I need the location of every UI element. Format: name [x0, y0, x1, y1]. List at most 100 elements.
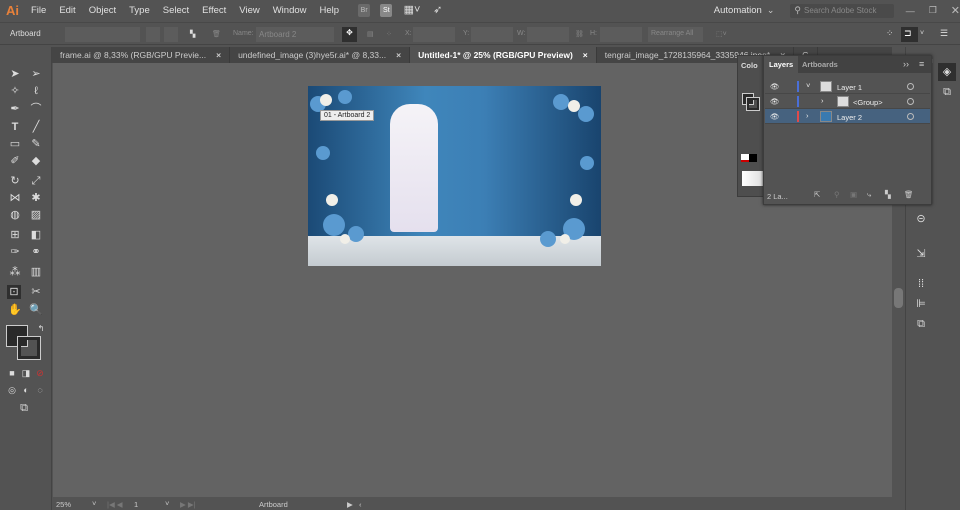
lasso-icon[interactable]: ℓ [29, 84, 43, 98]
layer-name[interactable]: <Group> [853, 98, 883, 107]
slice-tool-icon[interactable]: ✂ [29, 285, 43, 299]
link-icon[interactable]: ⛓ [575, 30, 584, 38]
line-tool-icon[interactable]: ╱ [29, 120, 43, 134]
w-input[interactable] [527, 27, 569, 42]
draw-inside-icon[interactable]: ◌ [33, 383, 47, 397]
layer-name[interactable]: Layer 1 [837, 83, 862, 92]
x-input[interactable] [413, 27, 455, 42]
y-input[interactable] [471, 27, 513, 42]
visibility-eye-icon[interactable]: 👁 [770, 82, 780, 91]
tab-untitled-1[interactable]: Untitled-1* @ 25% (RGB/GPU Preview) × [410, 47, 597, 63]
color-panel-title[interactable]: Colo [741, 61, 758, 70]
artboard-options-icon[interactable]: ▤ [367, 30, 374, 38]
curvature-tool-icon[interactable]: ⌒ [29, 102, 43, 116]
zoom-tool-icon[interactable]: 🔍 [29, 303, 43, 317]
menu-object[interactable]: Object [89, 5, 116, 16]
menu-effect[interactable]: Effect [202, 5, 226, 16]
menu-type[interactable]: Type [129, 5, 150, 16]
none-mode-icon[interactable]: ⊘ [33, 366, 47, 380]
zoom-dropdown-icon[interactable]: ˅ [92, 499, 96, 508]
new-sublayer-icon[interactable]: ⤷ [867, 190, 871, 200]
clipping-mask-icon[interactable]: ▣ [850, 190, 857, 199]
draw-behind-icon[interactable]: ◐ [19, 383, 33, 397]
export-icon[interactable]: ⇱ [814, 190, 820, 199]
panel-menu-icon[interactable]: ☰ [940, 28, 948, 39]
shape-builder-icon[interactable]: ◍ [8, 208, 22, 222]
screen-mode-icon[interactable]: ⧉ [17, 401, 31, 415]
stock-search-input[interactable]: ⚲ Search Adobe Stock [790, 3, 894, 18]
first-artboard-icon[interactable]: |◀ ◀ [107, 500, 123, 509]
artboard-tool-icon[interactable]: ⊡ [7, 285, 21, 299]
scale-tool-icon[interactable]: ⤢ [29, 174, 43, 188]
layer-name[interactable]: Layer 2 [837, 113, 862, 122]
artboards-panel-icon[interactable]: ⧉ [940, 85, 954, 99]
magic-wand-icon[interactable]: ✧ [8, 84, 22, 98]
delete-layer-icon[interactable]: 🗑 [904, 190, 914, 199]
chevron-down-icon[interactable]: ˅ [806, 81, 810, 90]
pen-tool-icon[interactable]: ✒ [8, 102, 22, 116]
zoom-level[interactable]: 25% [56, 500, 71, 509]
arrange-icon[interactable]: ⁘ [886, 28, 894, 39]
panel-menu-icon[interactable]: ≡ [919, 59, 924, 69]
bridge-button[interactable]: Br [358, 4, 371, 17]
eraser-icon[interactable]: ◆ [29, 154, 43, 168]
black-swatch[interactable] [749, 154, 757, 162]
rectangle-tool-icon[interactable]: ▭ [8, 137, 22, 151]
gradient-tool-icon[interactable]: ◧ [29, 228, 43, 242]
new-artboard-icon[interactable]: ▚ [190, 30, 195, 38]
move-with-artboard-button[interactable]: ✥ [342, 27, 357, 42]
stroke-swatch[interactable] [17, 336, 41, 360]
close-tab-icon[interactable]: × [583, 50, 588, 60]
symbol-sprayer-icon[interactable]: ⁂ [8, 265, 22, 279]
workspace-switcher[interactable]: Automation [714, 5, 762, 16]
portrait-button[interactable] [146, 27, 160, 42]
align-button[interactable]: ⊐ [901, 27, 918, 42]
eyedropper-icon[interactable]: ✑ [8, 245, 22, 259]
scrollbar-thumb[interactable] [894, 288, 903, 308]
chevron-down-icon[interactable]: ˅ [920, 30, 924, 37]
close-window-button[interactable]: ✕ [951, 4, 960, 17]
none-swatch[interactable] [741, 154, 749, 162]
select-icon[interactable]: ⬚˅ [716, 30, 727, 38]
visibility-eye-icon[interactable]: 👁 [770, 97, 780, 106]
appearance-icon[interactable]: ⊝ [914, 212, 928, 226]
stock-button[interactable]: St [380, 4, 393, 17]
stroke-swatch[interactable] [746, 97, 760, 111]
paintbrush-icon[interactable]: ✎ [29, 137, 43, 151]
draw-mode-icon[interactable]: ◎ [5, 383, 19, 397]
scroll-left-icon[interactable]: ‹ [359, 500, 362, 509]
menu-edit[interactable]: Edit [59, 5, 75, 16]
rocket-icon[interactable]: ➶ [432, 4, 444, 17]
menu-file[interactable]: File [31, 5, 46, 16]
reference-point-icon[interactable]: ⁘ [386, 30, 392, 38]
layer-row-selected[interactable]: 👁 › Layer 2 [765, 109, 930, 124]
align-panel-icon[interactable]: ⊫ [914, 297, 928, 311]
color-mode-icon[interactable]: ■ [5, 366, 19, 380]
landscape-button[interactable] [164, 27, 178, 42]
blend-tool-icon[interactable]: ⚭ [29, 245, 43, 259]
menu-view[interactable]: View [239, 5, 259, 16]
tab-layers[interactable]: Layers [764, 56, 799, 73]
selection-tool-icon[interactable]: ➤ [8, 67, 22, 81]
shaper-tool-icon[interactable]: ✐ [8, 154, 22, 168]
color-spectrum[interactable] [742, 171, 764, 186]
restore-button[interactable]: ❐ [929, 5, 937, 16]
menu-help[interactable]: Help [320, 5, 340, 16]
layer-row[interactable]: 👁 ˅ Layer 1 [765, 79, 930, 94]
direct-selection-tool-icon[interactable]: ➢ [29, 67, 43, 81]
layer-row[interactable]: 👁 › <Group> [765, 94, 930, 109]
close-tab-icon[interactable]: × [216, 50, 221, 60]
width-tool-icon[interactable]: ⋈ [8, 191, 22, 205]
tab-artboards[interactable]: Artboards [802, 60, 838, 69]
target-circle-icon[interactable] [907, 98, 914, 105]
swap-colors-icon[interactable]: ↰ [34, 322, 48, 336]
type-tool-icon[interactable]: T [8, 120, 22, 134]
grid-icon[interactable]: ⁞⁞ [914, 277, 928, 291]
perspective-grid-icon[interactable]: ▨ [29, 208, 43, 222]
locate-object-icon[interactable]: ⚲ [834, 190, 840, 199]
tab-frame[interactable]: frame.ai @ 8,33% (RGB/GPU Previe... × [52, 47, 231, 63]
graph-tool-icon[interactable]: ▥ [29, 265, 43, 279]
visibility-eye-icon[interactable]: 👁 [770, 112, 780, 121]
h-input[interactable] [600, 27, 642, 42]
collapse-icon[interactable]: ›› [903, 59, 909, 69]
